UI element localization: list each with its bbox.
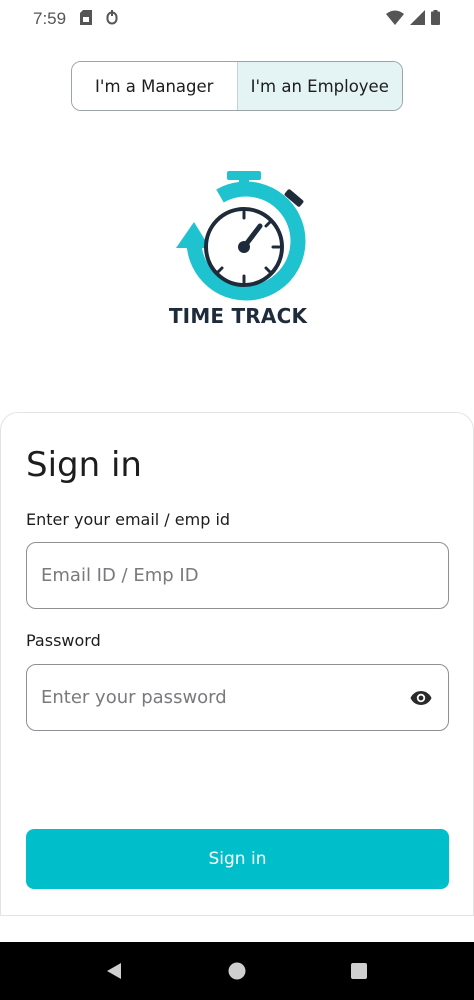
sim-card-icon (80, 9, 93, 29)
role-toggle: I'm a Manager I'm an Employee (71, 61, 403, 111)
login-screen: 7:59 I'm a Manager I'm an Employee TIME … (0, 0, 474, 1000)
email-field[interactable] (41, 565, 434, 586)
email-field-container (26, 542, 449, 609)
wifi-icon (386, 10, 404, 29)
cell-signal-icon (410, 9, 425, 29)
stopwatch-icon (176, 171, 306, 301)
app-logo: TIME TRACK (160, 166, 316, 336)
status-time: 7:59 (33, 9, 67, 28)
usb-debug-icon (106, 9, 118, 29)
email-label: Enter your email / emp id (26, 510, 231, 529)
back-icon[interactable] (104, 961, 124, 981)
password-field[interactable] (41, 687, 408, 708)
home-icon[interactable] (227, 961, 247, 981)
show-password-icon[interactable] (408, 685, 434, 711)
password-label: Password (26, 631, 101, 650)
recents-icon[interactable] (349, 961, 369, 981)
logo-text: TIME TRACK (168, 304, 308, 328)
navigation-bar (0, 942, 474, 1000)
battery-icon (431, 9, 440, 29)
employee-role-button[interactable]: I'm an Employee (236, 62, 402, 110)
page-title: Sign in (26, 445, 142, 485)
password-field-container (26, 664, 449, 731)
signin-button[interactable]: Sign in (26, 829, 449, 889)
signin-card: Sign in Enter your email / emp id Passwo… (0, 412, 474, 916)
manager-role-button[interactable]: I'm a Manager (72, 62, 237, 110)
status-bar: 7:59 (0, 0, 474, 38)
